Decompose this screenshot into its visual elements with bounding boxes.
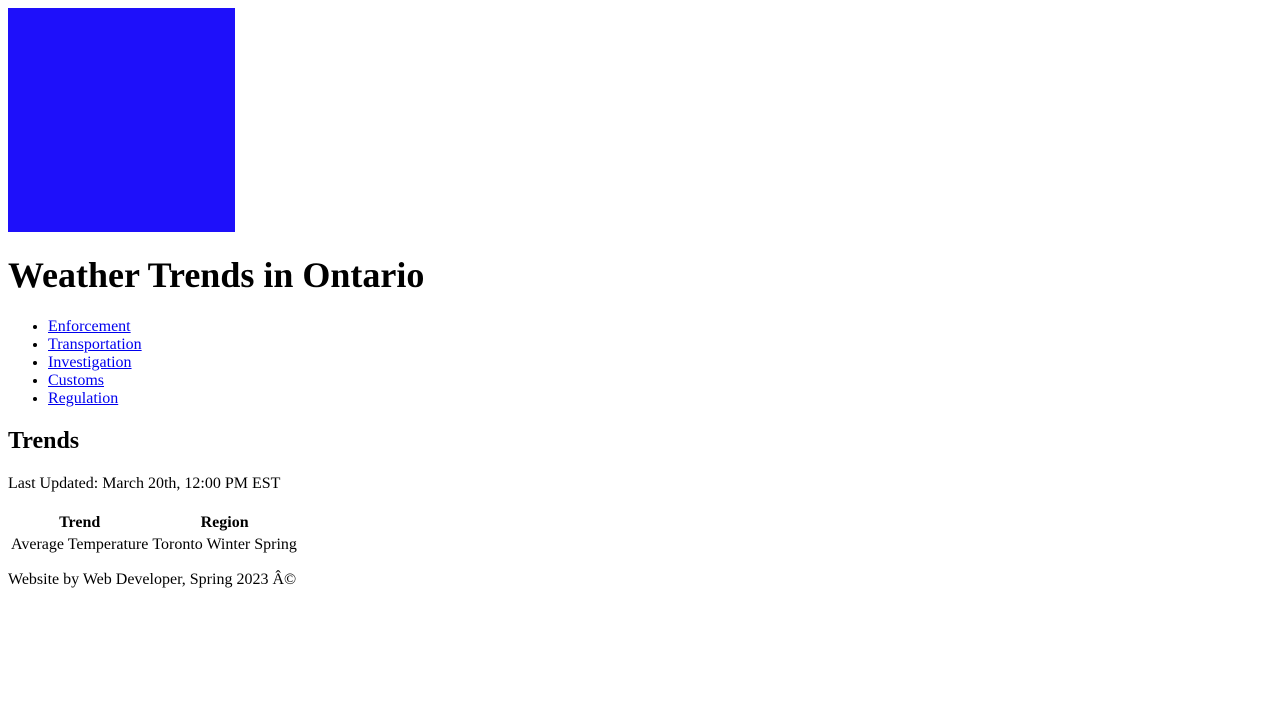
logo-fill <box>8 8 235 232</box>
column-header-region: Region <box>200 514 249 531</box>
nav-link-enforcement[interactable]: Enforcement <box>48 318 131 335</box>
nav-list: Enforcement Transportation Investigation… <box>8 318 1272 408</box>
table-row: Average Temperature Toronto Winter Sprin… <box>10 535 298 555</box>
trends-heading: Trends <box>8 428 80 454</box>
nav-item-transportation: Transportation <box>48 336 1272 354</box>
logo-image <box>8 8 235 232</box>
nav-item-regulation: Regulation <box>48 390 1272 408</box>
trends-table: Trend Region Average Temperature Toronto… <box>8 511 300 557</box>
table-cell-region: Toronto Winter Spring <box>152 536 297 553</box>
table-header-row: Trend Region <box>10 513 298 533</box>
nav-link-customs[interactable]: Customs <box>48 372 104 389</box>
last-updated-text: Last Updated: March 20th, 12:00 PM EST <box>8 475 281 492</box>
nav-item-investigation: Investigation <box>48 354 1272 372</box>
page-container: Weather Trends in Ontario Enforcement Tr… <box>0 0 1280 597</box>
nav-link-regulation[interactable]: Regulation <box>48 390 118 407</box>
page-title: Weather Trends in Ontario <box>8 255 425 295</box>
nav-link-investigation[interactable]: Investigation <box>48 354 132 371</box>
table-cell-trend: Average Temperature <box>11 536 149 553</box>
nav-link-transportation[interactable]: Transportation <box>48 336 142 353</box>
footer-text: Website by Web Developer, Spring 2023 Â© <box>8 571 297 588</box>
column-header-trend: Trend <box>59 514 101 531</box>
nav-item-enforcement: Enforcement <box>48 318 1272 336</box>
nav-item-customs: Customs <box>48 372 1272 390</box>
